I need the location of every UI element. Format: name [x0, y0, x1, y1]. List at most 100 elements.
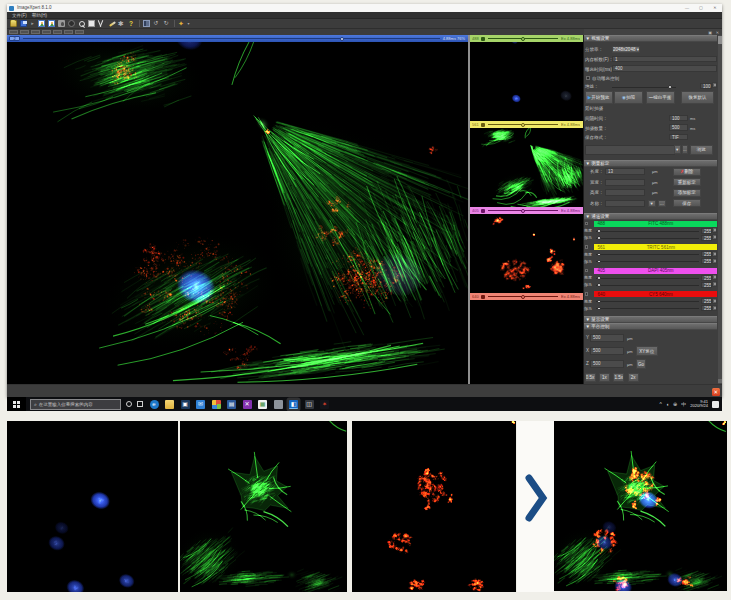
calibration-action-button[interactable]: 重新标定 [673, 178, 701, 186]
calibration-action-button[interactable]: 保存 [673, 199, 701, 207]
taskbar-active-app-icon[interactable]: ◧ [289, 400, 298, 409]
strip-slider-knob[interactable] [521, 123, 525, 127]
document-icon[interactable] [88, 20, 95, 27]
tray-clock[interactable]: 9:41 2020/9/24 [690, 400, 708, 409]
capture-row-input[interactable]: 100 [669, 115, 688, 122]
gain-slider-track[interactable] [612, 87, 676, 88]
section-stage[interactable]: ▼ 平台控制 [584, 323, 717, 330]
stage-speed-button[interactable]: 1.5x [613, 373, 624, 383]
auto-exposure-checkbox[interactable] [586, 76, 590, 80]
channel-value-box[interactable]: 255 [701, 282, 712, 288]
composite-slider-knob[interactable] [340, 37, 344, 41]
stage-axis-input[interactable]: 500 [590, 360, 624, 368]
gain-value-box[interactable]: 100 [700, 83, 712, 89]
strip-slider-track[interactable] [488, 296, 558, 297]
rotate-left-icon[interactable]: ↺ [153, 20, 160, 27]
maximize-button[interactable]: ▢ [694, 4, 708, 12]
channel-value-box[interactable]: 255 [701, 228, 712, 234]
strip-toggle[interactable] [481, 37, 485, 41]
taskbar-search-input[interactable]: ⌕ 在这里输入你要搜索的内容 [30, 399, 121, 410]
menu-file[interactable]: 文件(F) [12, 12, 27, 19]
main-image-view[interactable] [7, 42, 468, 384]
strip-slider-track[interactable] [488, 38, 558, 39]
strip-slider-knob[interactable] [521, 37, 525, 41]
calibration-input[interactable] [605, 179, 645, 186]
channel-spinner[interactable] [712, 305, 717, 311]
taskbar-word-icon[interactable]: ▤ [227, 400, 236, 409]
channel-slider-track[interactable] [596, 285, 699, 286]
channel-slider-track[interactable] [596, 278, 699, 279]
channel-slider-knob[interactable] [597, 307, 601, 311]
gear-icon[interactable]: ✱ [118, 20, 125, 27]
channel-value-box[interactable]: 255 [701, 235, 712, 241]
stage-speed-button[interactable]: 2x [628, 373, 639, 383]
path-dropdown-button[interactable]: ▾ [674, 145, 681, 154]
image-icon[interactable] [38, 20, 45, 27]
channel-spinner[interactable] [712, 234, 717, 240]
channel-checkbox[interactable] [585, 245, 589, 249]
view-preset-button[interactable] [75, 30, 84, 34]
channel-slider-track[interactable] [596, 308, 699, 309]
taskbar-gray-app-icon[interactable] [274, 400, 283, 409]
calibration-action-button[interactable]: 添加标定 [673, 189, 701, 197]
star-dropdown-icon[interactable]: ▾ [188, 20, 192, 27]
stage-action-button[interactable]: XY复位 [636, 346, 658, 356]
channel-slider-knob[interactable] [597, 300, 601, 304]
channel-color-bar[interactable]: 405DAPI 405nm [594, 268, 717, 274]
scrollbar-arrow[interactable] [718, 379, 722, 383]
view-preset-button[interactable] [20, 30, 29, 34]
lens-icon[interactable] [68, 20, 75, 27]
channel-thumbnail-blue[interactable] [470, 42, 583, 121]
section-calibration[interactable]: ▼ 测量标定 [584, 160, 717, 167]
calibration-input[interactable] [605, 200, 645, 207]
path-more-button[interactable]: … [682, 145, 688, 154]
menu-help[interactable]: 帮助(H) [32, 12, 47, 19]
composite-slider-track[interactable] [23, 38, 440, 39]
status-close-button[interactable]: ✕ [712, 388, 721, 397]
resolution-dropdown[interactable]: 2048x2048 ▾ [612, 46, 640, 54]
channel-slider-knob[interactable] [597, 283, 601, 287]
calibration-dropdown-button[interactable]: ▾ [648, 200, 657, 207]
taskbar-mail-icon[interactable]: ✉ [196, 400, 205, 409]
channel-checkbox[interactable] [585, 269, 589, 273]
section-display[interactable]: ▼ 显示设置 [584, 316, 717, 323]
strip-toggle[interactable] [481, 209, 485, 213]
channel-slider-knob[interactable] [597, 236, 601, 240]
capture-row-input[interactable]: 500 [669, 124, 688, 131]
channel-spinner[interactable] [712, 227, 717, 233]
taskbar-dark-app-icon[interactable]: ◫ [305, 400, 314, 409]
strip-toggle[interactable] [481, 123, 485, 127]
section-video-settings[interactable]: ▼ 视频设置 [584, 35, 717, 42]
calibration-input[interactable]: 13 [605, 168, 645, 175]
channel-slider-track[interactable] [596, 254, 699, 255]
stage-axis-input[interactable]: 500 [590, 347, 624, 355]
channel-strip-3[interactable]: 405Ex 4.88ms [470, 207, 583, 214]
strip-slider-knob[interactable] [521, 209, 525, 213]
channel-strip-1[interactable]: 488Ex 4.88ms [470, 35, 583, 42]
tray-volume-icon[interactable]: ◖ [666, 401, 669, 407]
frames-input[interactable]: 1 [612, 56, 717, 63]
taskbar-folder-icon[interactable] [165, 400, 174, 409]
channel-value-box[interactable]: 255 [701, 305, 712, 311]
taskbar-store-icon[interactable]: ▣ [181, 400, 190, 409]
taskbar-purple-app-icon[interactable]: ✕ [243, 400, 252, 409]
panel-layout-icon[interactable] [143, 20, 150, 27]
channel-slider-knob[interactable] [597, 260, 601, 264]
channel-spinner[interactable] [712, 258, 717, 264]
composite-slider-strip[interactable]: 2 4.88ms 76% [7, 35, 468, 42]
snapshot-button[interactable]: ◉拍照 [614, 91, 643, 105]
view-preset-button[interactable] [31, 30, 40, 34]
panel-scrollbar[interactable] [718, 35, 723, 384]
start-preview-button[interactable]: ▶开始预览 [585, 91, 613, 105]
calibration-more-button[interactable]: … [658, 200, 666, 207]
gain-spinner[interactable] [712, 82, 717, 88]
white-balance-button[interactable]: 一键白平衡 [646, 91, 675, 105]
stage-axis-input[interactable]: 500 [590, 334, 624, 342]
notification-center-icon[interactable] [712, 401, 719, 408]
channel-checkbox[interactable] [585, 222, 589, 226]
taskbar-edge-icon[interactable]: e [150, 400, 159, 409]
channel-strip-2[interactable]: 561Ex 4.88ms [470, 121, 583, 128]
taskbar-imaging-app-icon[interactable]: ✶ [320, 400, 329, 409]
capture-row-input[interactable]: TIF [669, 134, 688, 141]
taskbar-notes-icon[interactable]: ▦ [258, 400, 267, 409]
